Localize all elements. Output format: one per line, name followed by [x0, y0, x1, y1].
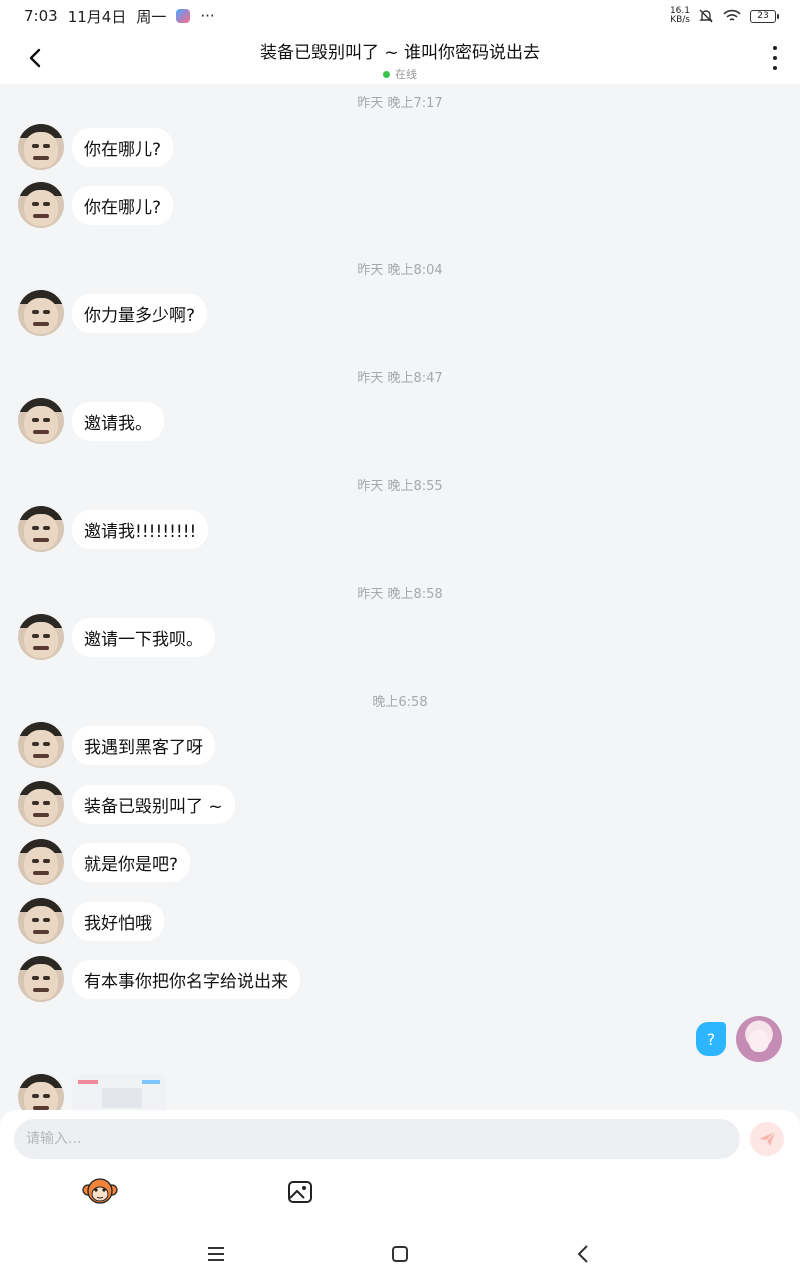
- timestamp: 昨天 晚上8:04: [357, 263, 443, 278]
- message-row: 邀请我!!!!!!!!!: [18, 506, 209, 552]
- contact-avatar[interactable]: [18, 839, 64, 885]
- more-vertical-icon[interactable]: [770, 46, 780, 70]
- timestamp: 昨天 晚上7:17: [357, 96, 443, 111]
- input-panel: [0, 1110, 800, 1230]
- online-dot-icon: [383, 70, 390, 78]
- net-speed: 16.1 KB/s: [670, 7, 690, 25]
- message-row: [18, 1074, 166, 1110]
- my-message-row: ?: [696, 1016, 782, 1062]
- message-bubble[interactable]: 有本事你把你名字给说出来: [72, 959, 300, 999]
- contact-avatar[interactable]: [18, 898, 64, 944]
- message-bubble[interactable]: 我遇到黑客了呀: [72, 725, 215, 765]
- contact-avatar[interactable]: [18, 956, 64, 1002]
- message-row: 就是你是吧?: [18, 839, 191, 885]
- chat-title-block: 装备已毁别叫了 ~ 谁叫你密码说出去 在线: [0, 38, 800, 82]
- contact-avatar[interactable]: [18, 290, 64, 336]
- message-row: 有本事你把你名字给说出来: [18, 956, 300, 1002]
- message-row: 我好怕哦: [18, 898, 164, 944]
- image-message-thumbnail[interactable]: [72, 1074, 166, 1110]
- contact-avatar[interactable]: [18, 124, 64, 170]
- contact-avatar[interactable]: [18, 398, 64, 444]
- status-bar: 7:03 11月4日 周一 ··· 16.1 KB/s 23: [0, 0, 800, 32]
- battery-indicator: 23: [750, 9, 779, 23]
- my-avatar[interactable]: [736, 1016, 782, 1062]
- contact-avatar[interactable]: [18, 614, 64, 660]
- message-row: 装备已毁别叫了 ~: [18, 781, 235, 827]
- more-notifications: ···: [200, 7, 215, 25]
- image-icon[interactable]: [286, 1178, 314, 1206]
- contact-avatar[interactable]: [18, 506, 64, 552]
- message-bubble[interactable]: 你在哪儿?: [72, 185, 174, 225]
- online-status: 在线: [0, 66, 800, 82]
- message-row: 邀请一下我呗。: [18, 614, 215, 660]
- system-navigation-bar: [0, 1230, 800, 1280]
- timestamp: 晚上6:58: [372, 695, 428, 710]
- monkey-sticker-icon[interactable]: [82, 1176, 118, 1206]
- message-bubble[interactable]: 装备已毁别叫了 ~: [72, 784, 235, 824]
- back-nav-icon[interactable]: [572, 1242, 596, 1266]
- chat-header: 装备已毁别叫了 ~ 谁叫你密码说出去 在线: [0, 32, 800, 84]
- message-bubble[interactable]: 你在哪儿?: [72, 127, 174, 167]
- message-row: 你在哪儿?: [18, 124, 174, 170]
- contact-avatar[interactable]: [18, 781, 64, 827]
- clock: 7:03: [24, 7, 58, 25]
- net-speed-unit: KB/s: [670, 15, 690, 25]
- message-row: 你在哪儿?: [18, 182, 174, 228]
- menu-icon[interactable]: [204, 1242, 228, 1266]
- wifi-icon: [723, 9, 741, 21]
- weekday: 周一: [136, 7, 167, 26]
- my-message-bubble[interactable]: ?: [696, 1022, 726, 1056]
- page-title: 装备已毁别叫了 ~ 谁叫你密码说出去: [259, 43, 541, 63]
- online-label: 在线: [395, 68, 417, 81]
- message-bubble[interactable]: 我好怕哦: [72, 901, 164, 941]
- timestamp: 昨天 晚上8:58: [357, 587, 443, 602]
- date: 11月4日: [67, 7, 127, 26]
- timestamp: 昨天 晚上8:55: [357, 479, 443, 494]
- mute-bell-icon: [699, 9, 713, 23]
- message-list[interactable]: 昨天 晚上7:17 你在哪儿? 你在哪儿? 昨天 晚上8:04 你力量多少啊? …: [0, 84, 800, 1110]
- gallery-app-icon: [176, 9, 191, 23]
- contact-avatar[interactable]: [18, 722, 64, 768]
- message-input[interactable]: [14, 1119, 740, 1159]
- message-row: 你力量多少啊?: [18, 290, 208, 336]
- timestamp: 昨天 晚上8:47: [357, 371, 443, 386]
- message-bubble[interactable]: 你力量多少啊?: [72, 293, 208, 333]
- contact-avatar[interactable]: [18, 1074, 64, 1110]
- message-row: 我遇到黑客了呀: [18, 722, 215, 768]
- message-bubble[interactable]: 邀请我!!!!!!!!!: [72, 509, 209, 549]
- message-bubble[interactable]: 就是你是吧?: [72, 842, 191, 882]
- message-bubble[interactable]: 邀请我。: [72, 401, 164, 441]
- message-row: 邀请我。: [18, 398, 164, 444]
- message-bubble[interactable]: 邀请一下我呗。: [72, 617, 215, 657]
- contact-avatar[interactable]: [18, 182, 64, 228]
- send-icon[interactable]: [750, 1122, 784, 1156]
- send-arrow-glyph: [759, 1131, 776, 1146]
- home-icon[interactable]: [388, 1242, 412, 1266]
